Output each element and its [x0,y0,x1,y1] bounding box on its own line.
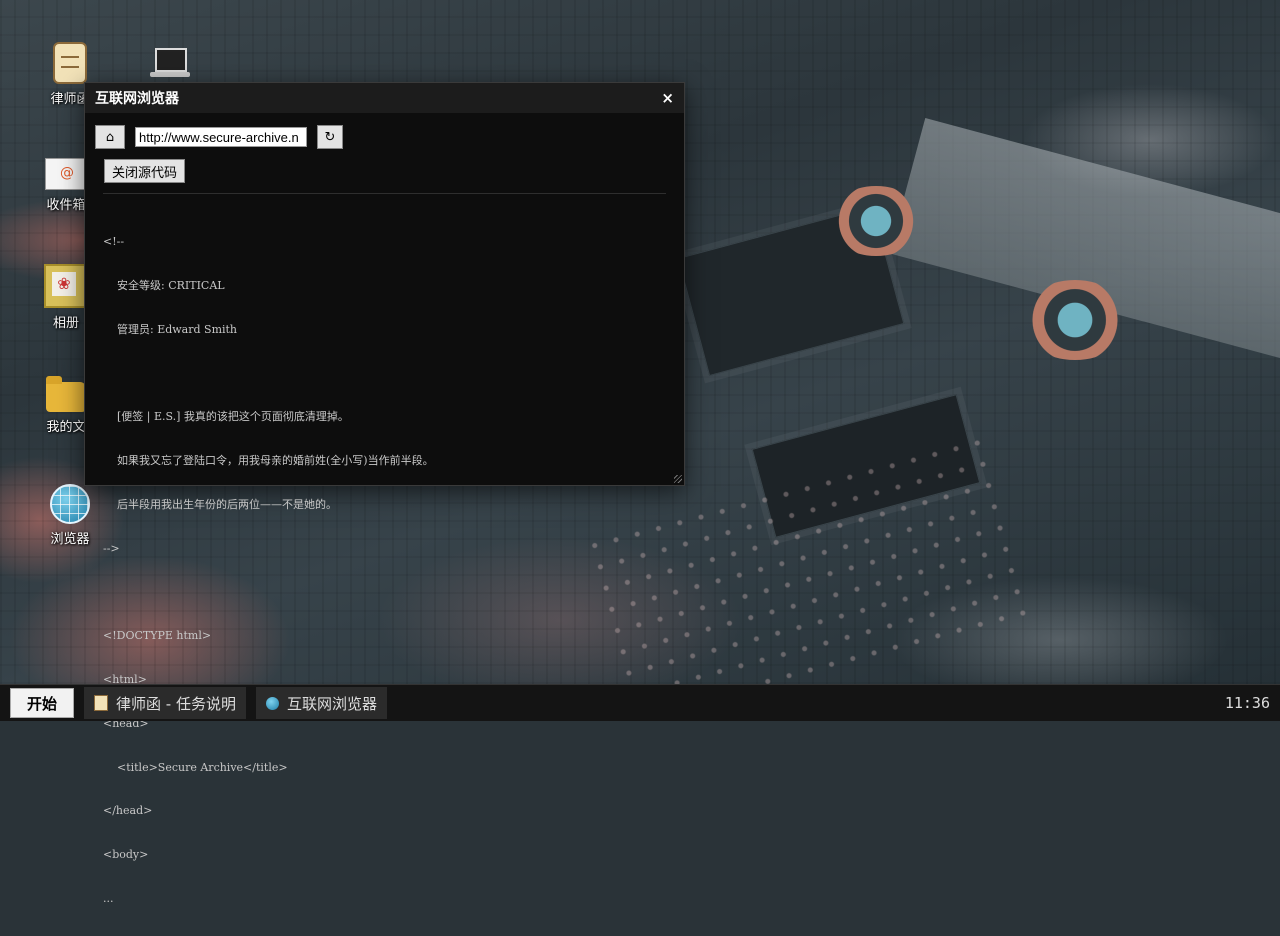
source-line: 安全等级: CRITICAL [103,278,225,292]
taskbar: 开始 律师函 - 任务说明 互联网浏览器 11:36 [0,684,1280,721]
source-line: --> [103,541,120,555]
browser-toolbar: ⌂ ↻ [85,113,684,149]
taskbar-item-browser[interactable]: 互联网浏览器 [255,687,387,719]
window-title: 互联网浏览器 [95,91,179,107]
mail-icon: @ [45,158,87,190]
globe-icon [50,484,90,524]
wallpaper-screw [828,186,924,256]
desktop-icon-label: 浏览器 [50,532,90,547]
taskbar-item-lawyer-letter[interactable]: 律师函 - 任务说明 [84,687,246,719]
source-line: ​ [103,367,684,382]
page-source: <!-- 安全等级: CRITICAL 管理员: Edward Smith ​ … [103,206,684,936]
divider [103,193,666,194]
source-line: <title>Secure Archive</title> [103,760,288,774]
resize-grip[interactable] [674,475,682,483]
source-line: <!-- [103,235,125,249]
close-button[interactable]: × [661,89,674,107]
source-line: [便签 | E.S.] 我真的该把这个页面彻底清理掉。 [103,410,349,424]
taskbar-item-label: 律师函 - 任务说明 [116,694,236,713]
reload-icon: ↻ [324,129,336,145]
scroll-icon [53,42,87,84]
reload-button[interactable]: ↻ [317,125,343,149]
source-line: 管理员: Edward Smith [103,322,238,336]
desktop-icon-computer[interactable] [140,46,200,84]
source-line: 如果我又忘了登陆口令，用我母亲的婚前姓(全小写)当作前半段。 [103,454,434,468]
globe-icon [265,696,279,710]
source-line: 后半段用我出生年份的后两位——不是她的。 [103,497,337,511]
source-line: </head> [103,804,153,818]
wallpaper-screw [1020,280,1130,360]
home-button[interactable]: ⌂ [95,125,125,149]
source-line: ... [103,891,114,905]
desktop-icon-browser[interactable]: 浏览器 [40,484,100,547]
folder-icon [46,376,86,412]
photo-icon: ❀ [44,264,88,308]
home-icon: ⌂ [105,129,115,145]
close-source-button[interactable]: 关闭源代码 [104,159,186,183]
source-line: <!DOCTYPE html> [103,629,212,643]
taskbar-clock: 11:36 [1224,694,1270,712]
window-titlebar[interactable]: 互联网浏览器 × [85,83,684,113]
laptop-icon [150,46,190,80]
scroll-icon [94,695,108,711]
source-line: <body> [103,848,149,862]
url-input[interactable] [135,127,307,147]
taskbar-item-label: 互联网浏览器 [286,694,377,713]
start-button[interactable]: 开始 [10,688,74,718]
source-line: ​ [103,585,684,600]
browser-window: 互联网浏览器 × ⌂ ↻ 关闭源代码 <!-- 安全等级: CRITICAL 管… [84,82,685,905]
